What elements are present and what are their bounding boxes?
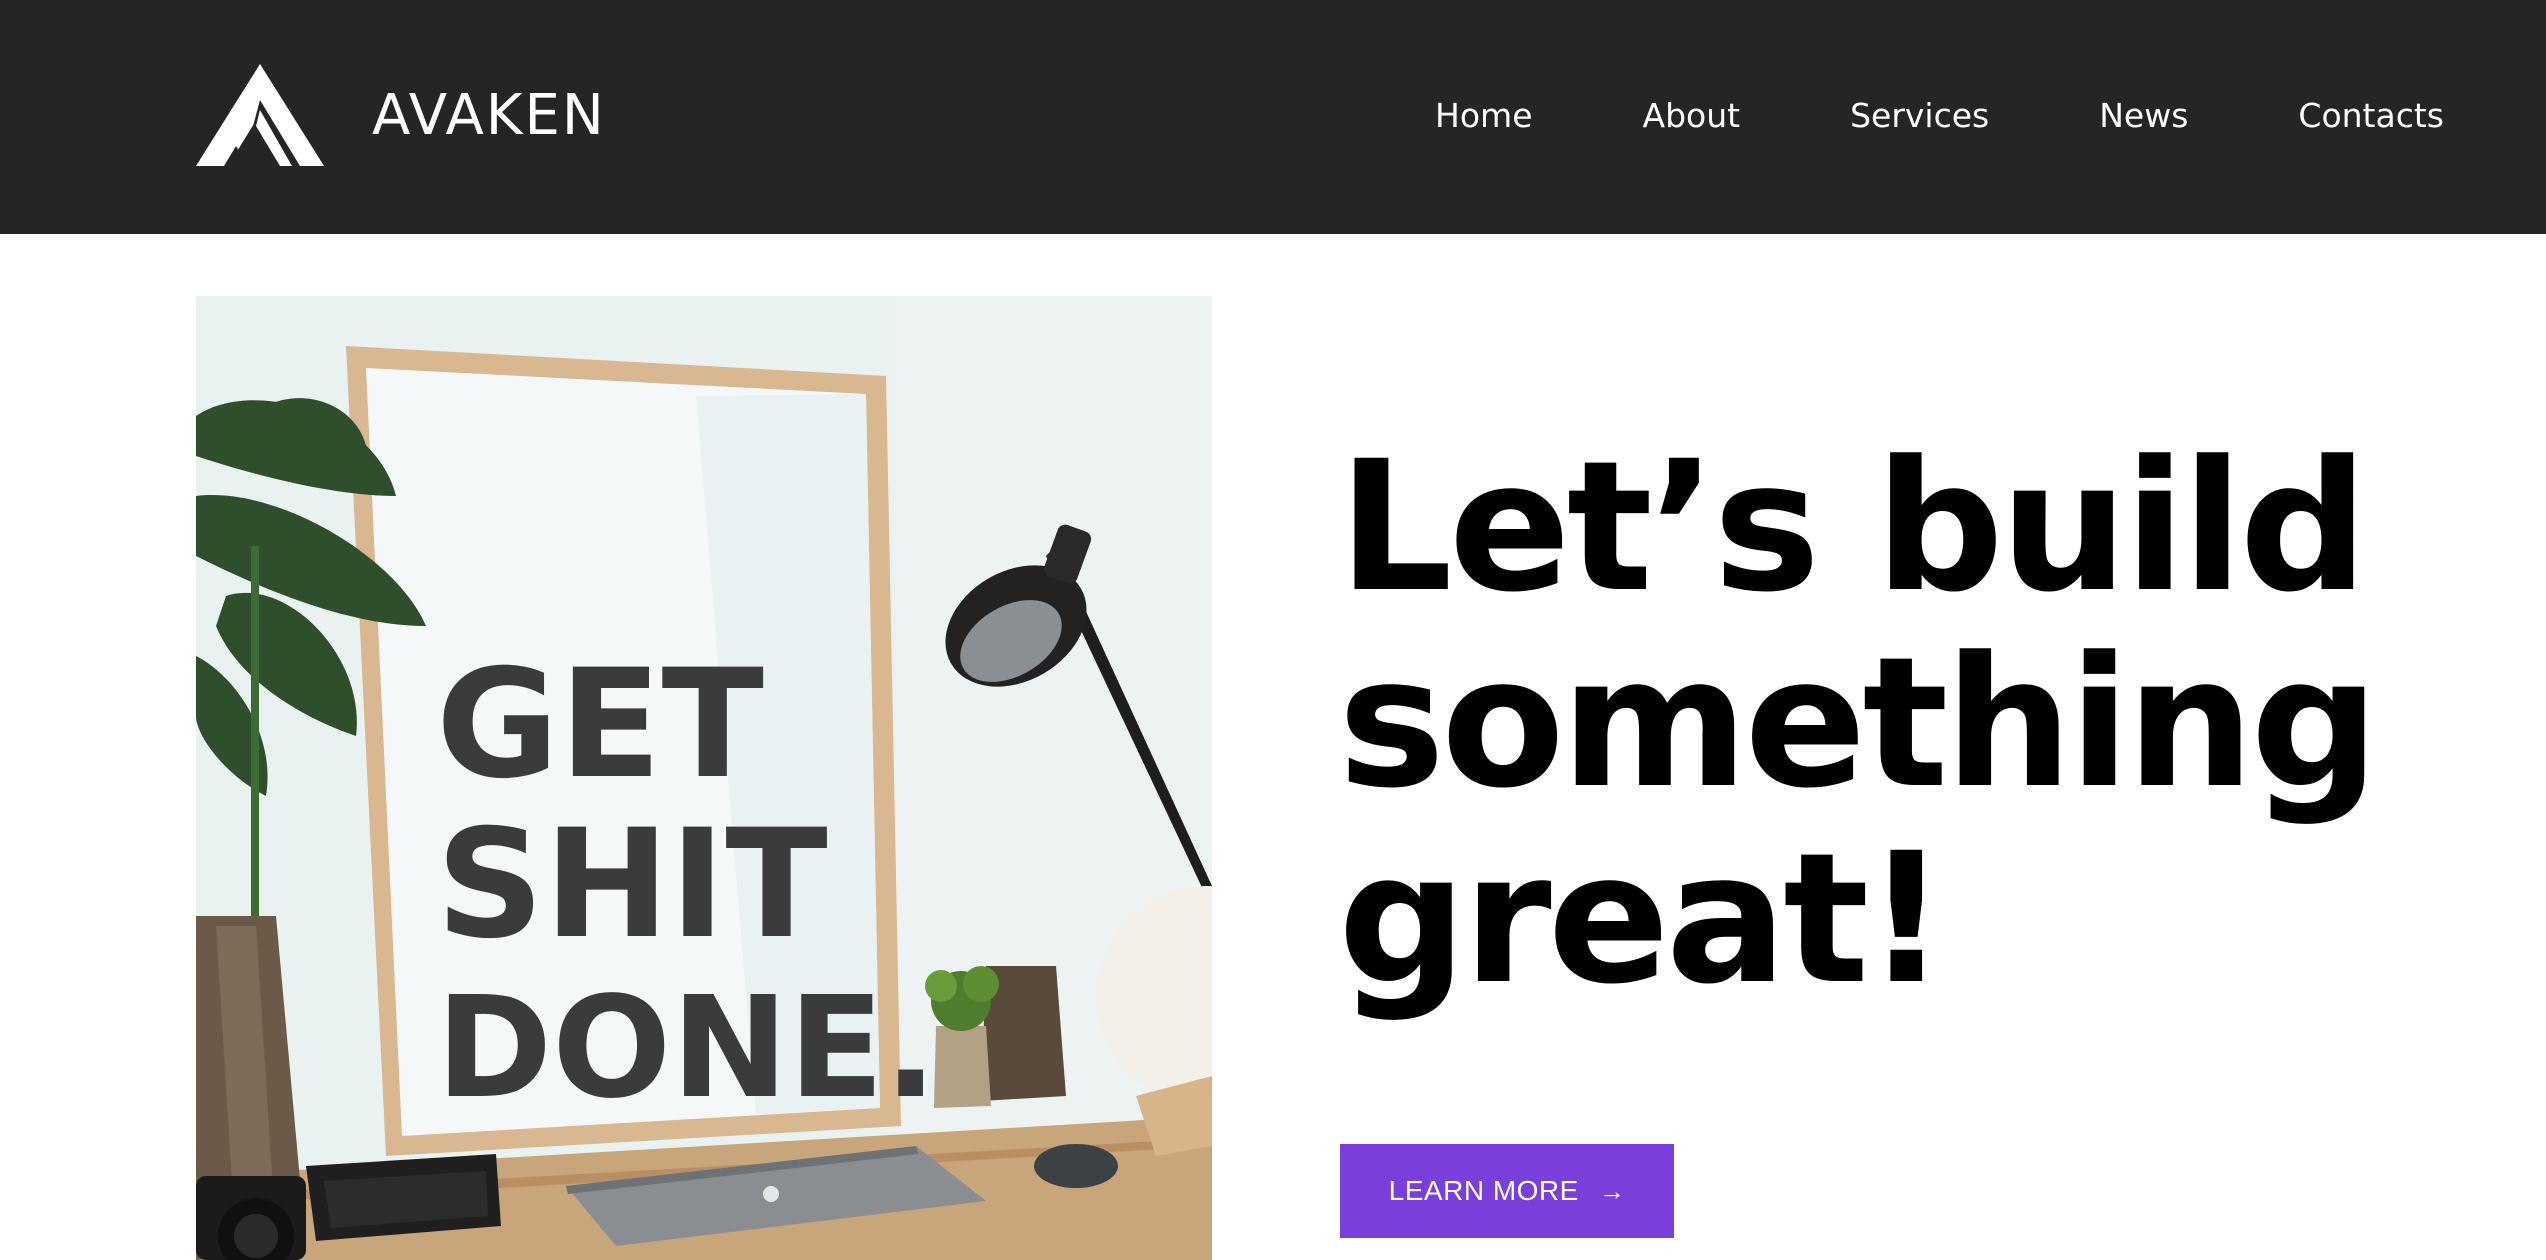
hero-photo: GET SHIT DONE. [196,296,1212,1260]
headline-line-1: Let’s build [1338,423,2368,632]
nav-services[interactable]: Services [1850,92,1989,140]
nav-about[interactable]: About [1643,92,1741,140]
poster-line-3: DONE. [436,967,937,1130]
headline-line-3: great! [1338,815,1947,1024]
headline-line-2: something [1338,619,2379,828]
nav-home[interactable]: Home [1435,92,1532,140]
nav-contacts[interactable]: Contacts [2298,92,2444,140]
site-header: AVAKEN Home About Services News Contacts [0,0,2546,234]
mountain-logo-icon [196,64,324,166]
hero-headline: Let’s build something great! [1338,423,2379,1024]
learn-more-button[interactable]: LEARN MORE → [1340,1144,1674,1238]
learn-more-label: LEARN MORE [1388,1175,1579,1206]
poster-line-1: GET [436,638,764,812]
nav-news[interactable]: News [2099,92,2188,140]
brand-name: AVAKEN [372,82,606,148]
poster-line-2: SHIT [436,798,828,972]
main-nav: Home About Services News Contacts [1435,92,2444,140]
arrow-right-icon: → [1598,1176,1626,1206]
brand-logo[interactable]: AVAKEN [196,64,606,166]
